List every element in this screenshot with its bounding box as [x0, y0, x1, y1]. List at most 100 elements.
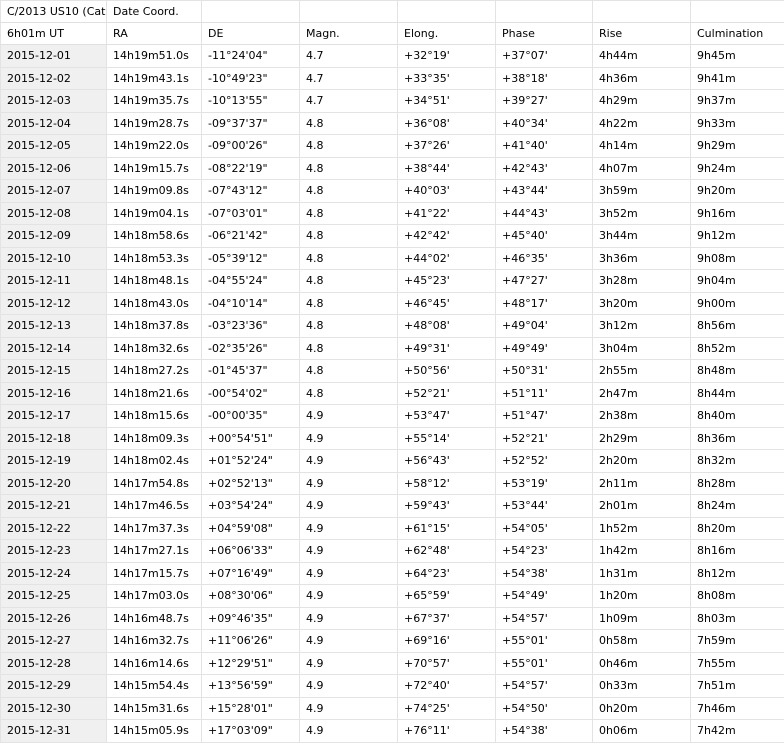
table-row[interactable]: 2015-12-0614h19m15.7s-08°22'19"4.8+38°44…	[1, 157, 784, 180]
cell-elong: +69°16'	[398, 630, 496, 653]
table-row[interactable]: 2015-12-1614h18m21.6s-00°54'02"4.8+52°21…	[1, 382, 784, 405]
table-row[interactable]: 2015-12-2914h15m54.4s+13°56'59"4.9+72°40…	[1, 675, 784, 698]
table-row[interactable]: 2015-12-3114h15m05.9s+17°03'09"4.9+76°11…	[1, 720, 784, 743]
table-row[interactable]: 2015-12-2114h17m46.5s+03°54'24"4.9+59°43…	[1, 495, 784, 518]
cell-elong: +37°26'	[398, 135, 496, 158]
table-row[interactable]: 2015-12-0214h19m43.1s-10°49'23"4.7+33°35…	[1, 67, 784, 90]
cell-magn: 4.9	[300, 652, 398, 675]
cell-magn: 4.8	[300, 292, 398, 315]
cell-magn: 4.9	[300, 607, 398, 630]
cell-magn: 4.8	[300, 180, 398, 203]
column-header-magn[interactable]: Magn.	[300, 23, 398, 45]
table-row[interactable]: 2015-12-1314h18m37.8s-03°23'36"4.8+48°08…	[1, 315, 784, 338]
cell-de: -09°00'26"	[202, 135, 300, 158]
cell-magn: 4.7	[300, 90, 398, 113]
table-row[interactable]: 2015-12-2614h16m48.7s+09°46'35"4.9+67°37…	[1, 607, 784, 630]
table-row[interactable]: 2015-12-1214h18m43.0s-04°10'14"4.8+46°45…	[1, 292, 784, 315]
cell-ra: 14h19m04.1s	[107, 202, 202, 225]
cell-date: 2015-12-16	[1, 382, 107, 405]
cell-date: 2015-12-13	[1, 315, 107, 338]
table-row[interactable]: 2015-12-0914h18m58.6s-06°21'42"4.8+42°42…	[1, 225, 784, 248]
cell-phase: +40°34'	[496, 112, 593, 135]
table-row[interactable]: 2015-12-1014h18m53.3s-05°39'12"4.8+44°02…	[1, 247, 784, 270]
column-header-phase[interactable]: Phase	[496, 23, 593, 45]
cell-phase: +45°40'	[496, 225, 593, 248]
cell-ra: 14h15m54.4s	[107, 675, 202, 698]
table-row[interactable]: 2015-12-2714h16m32.7s+11°06'26"4.9+69°16…	[1, 630, 784, 653]
cell-phase: +49°04'	[496, 315, 593, 338]
cell-magn: 4.8	[300, 360, 398, 383]
cell-rise: 1h52m	[593, 517, 691, 540]
column-header-de[interactable]: DE	[202, 23, 300, 45]
table-row[interactable]: 2015-12-0814h19m04.1s-07°03'01"4.8+41°22…	[1, 202, 784, 225]
table-row[interactable]: 2015-12-2514h17m03.0s+08°30'06"4.9+65°59…	[1, 585, 784, 608]
table-row[interactable]: 2015-12-2414h17m15.7s+07°16'49"4.9+64°23…	[1, 562, 784, 585]
cell-de: -07°03'01"	[202, 202, 300, 225]
column-header-elong[interactable]: Elong.	[398, 23, 496, 45]
table-row[interactable]: 2015-12-1514h18m27.2s-01°45'37"4.8+50°56…	[1, 360, 784, 383]
empty-cell	[496, 1, 593, 23]
cell-phase: +52°52'	[496, 450, 593, 473]
table-row[interactable]: 2015-12-2214h17m37.3s+04°59'08"4.9+61°15…	[1, 517, 784, 540]
cell-date: 2015-12-21	[1, 495, 107, 518]
cell-elong: +56°43'	[398, 450, 496, 473]
cell-de: +15°28'01"	[202, 697, 300, 720]
column-header-culmination[interactable]: Culmination	[691, 23, 784, 45]
table-row[interactable]: 2015-12-1114h18m48.1s-04°55'24"4.8+45°23…	[1, 270, 784, 293]
cell-rise: 2h11m	[593, 472, 691, 495]
cell-date: 2015-12-31	[1, 720, 107, 743]
cell-elong: +65°59'	[398, 585, 496, 608]
cell-elong: +50°56'	[398, 360, 496, 383]
empty-cell	[202, 1, 300, 23]
table-row[interactable]: 2015-12-0714h19m09.8s-07°43'12"4.8+40°03…	[1, 180, 784, 203]
cell-rise: 2h20m	[593, 450, 691, 473]
cell-date: 2015-12-08	[1, 202, 107, 225]
table-row[interactable]: 2015-12-1714h18m15.6s-00°00'35"4.9+53°47…	[1, 405, 784, 428]
cell-de: +17°03'09"	[202, 720, 300, 743]
cell-de: +01°52'24"	[202, 450, 300, 473]
cell-culmination: 8h20m	[691, 517, 784, 540]
cell-elong: +64°23'	[398, 562, 496, 585]
cell-elong: +61°15'	[398, 517, 496, 540]
table-row[interactable]: 2015-12-2814h16m14.6s+12°29'51"4.9+70°57…	[1, 652, 784, 675]
cell-magn: 4.8	[300, 382, 398, 405]
table-row[interactable]: 2015-12-2014h17m54.8s+02°52'13"4.9+58°12…	[1, 472, 784, 495]
cell-elong: +40°03'	[398, 180, 496, 203]
cell-elong: +74°25'	[398, 697, 496, 720]
empty-cell	[398, 1, 496, 23]
table-row[interactable]: 2015-12-1914h18m02.4s+01°52'24"4.9+56°43…	[1, 450, 784, 473]
table-row[interactable]: 2015-12-1814h18m09.3s+00°54'51"4.9+55°14…	[1, 427, 784, 450]
cell-magn: 4.9	[300, 405, 398, 428]
cell-elong: +34°51'	[398, 90, 496, 113]
cell-phase: +50°31'	[496, 360, 593, 383]
cell-rise: 4h29m	[593, 90, 691, 113]
cell-ra: 14h19m22.0s	[107, 135, 202, 158]
column-header-date[interactable]: 6h01m UT	[1, 23, 107, 45]
table-row[interactable]: 2015-12-1414h18m32.6s-02°35'26"4.8+49°31…	[1, 337, 784, 360]
table-row[interactable]: 2015-12-3014h15m31.6s+15°28'01"4.9+74°25…	[1, 697, 784, 720]
table-row[interactable]: 2015-12-0314h19m35.7s-10°13'55"4.7+34°51…	[1, 90, 784, 113]
cell-rise: 4h07m	[593, 157, 691, 180]
cell-phase: +39°27'	[496, 90, 593, 113]
cell-date: 2015-12-09	[1, 225, 107, 248]
column-header-ra[interactable]: RA	[107, 23, 202, 45]
table-row[interactable]: 2015-12-0414h19m28.7s-09°37'37"4.8+36°08…	[1, 112, 784, 135]
cell-date: 2015-12-25	[1, 585, 107, 608]
cell-de: +08°30'06"	[202, 585, 300, 608]
cell-ra: 14h19m15.7s	[107, 157, 202, 180]
cell-date: 2015-12-28	[1, 652, 107, 675]
cell-de: -05°39'12"	[202, 247, 300, 270]
cell-ra: 14h18m02.4s	[107, 450, 202, 473]
table-row[interactable]: 2015-12-0114h19m51.0s-11°24'04"4.7+32°19…	[1, 45, 784, 68]
cell-de: -10°49'23"	[202, 67, 300, 90]
cell-elong: +67°37'	[398, 607, 496, 630]
cell-ra: 14h18m53.3s	[107, 247, 202, 270]
table-row[interactable]: 2015-12-2314h17m27.1s+06°06'33"4.9+62°48…	[1, 540, 784, 563]
table-row[interactable]: 2015-12-0514h19m22.0s-09°00'26"4.8+37°26…	[1, 135, 784, 158]
cell-rise: 1h09m	[593, 607, 691, 630]
cell-ra: 14h17m37.3s	[107, 517, 202, 540]
cell-culmination: 7h51m	[691, 675, 784, 698]
cell-culmination: 9h37m	[691, 90, 784, 113]
column-header-rise[interactable]: Rise	[593, 23, 691, 45]
cell-magn: 4.9	[300, 585, 398, 608]
